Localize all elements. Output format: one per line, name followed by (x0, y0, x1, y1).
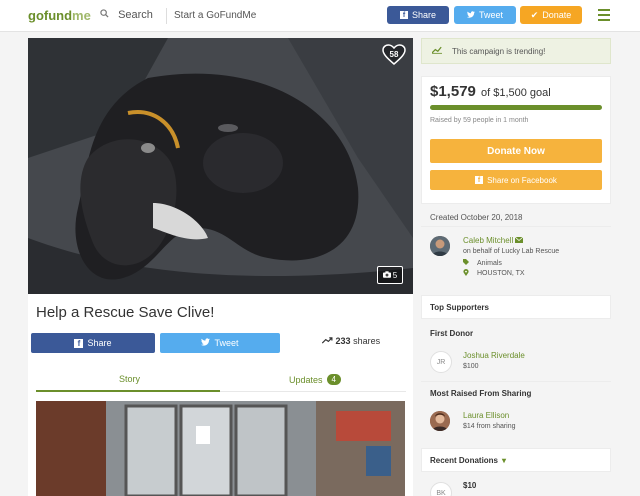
caret-down-icon: ▾ (502, 456, 507, 465)
organizer-behalf: on behalf of Lucky Lab Rescue (463, 248, 560, 255)
organizer-name[interactable]: Caleb Mitchell (463, 236, 524, 245)
dog-photo (28, 38, 413, 294)
trending-chart-icon (431, 46, 442, 56)
organizer-avatar[interactable] (430, 236, 450, 256)
donor-initials-avatar: JR (430, 351, 452, 373)
created-date: Created October 20, 2018 (430, 213, 523, 222)
progress-fill (430, 105, 602, 110)
gofundme-logo[interactable]: gofundme (28, 8, 91, 23)
header-donate-button[interactable]: ✔ Donate (520, 6, 582, 24)
heart-favorite-button[interactable]: 58 (382, 44, 406, 66)
divider (421, 226, 611, 227)
check-icon: ✔ (530, 9, 539, 20)
photo-gallery-button[interactable]: 5 (377, 266, 403, 284)
most-raised-heading: Most Raised From Sharing (430, 389, 532, 398)
facebook-icon: f (399, 11, 408, 19)
recent-donation-amount: $10 (463, 481, 477, 490)
first-donor-heading: First Donor (430, 329, 474, 338)
tweet-button[interactable]: Tweet (160, 333, 280, 353)
share-on-facebook-button[interactable]: f Share on Facebook (430, 170, 602, 190)
camera-icon (382, 270, 391, 280)
tab-story[interactable]: Story (119, 374, 140, 384)
donor-initials-avatar: BK (430, 482, 452, 496)
updates-count-badge: 4 (326, 374, 341, 385)
first-donor-name: Joshua Riverdale (463, 351, 525, 360)
header-tweet-button[interactable]: Tweet (454, 6, 516, 24)
share-count: 233 shares (321, 336, 380, 346)
story-image[interactable] (36, 401, 405, 496)
campaign-location: HOUSTON, TX (463, 269, 525, 278)
raised-amount: $1,579 (430, 83, 476, 100)
active-tab-indicator (36, 390, 220, 392)
campaign-title: Help a Rescue Save Clive! (36, 304, 215, 321)
goal-text: of $1,500 goal (481, 87, 551, 99)
location-pin-icon (463, 269, 469, 278)
header-divider (166, 8, 167, 24)
facebook-icon: f (475, 176, 484, 184)
trending-banner: This campaign is trending! (421, 38, 611, 64)
progress-bar (430, 105, 602, 110)
first-donor-amount: $100 (463, 363, 479, 370)
message-envelope-icon[interactable] (515, 236, 524, 245)
top-header: gofundme Search Start a GoFundMe f Share… (0, 0, 640, 32)
search-link[interactable]: Search (100, 9, 153, 21)
twitter-icon (201, 338, 211, 348)
campaign-hero-image[interactable] (28, 38, 413, 294)
trending-arrow-icon (321, 336, 336, 346)
start-gofundme-link[interactable]: Start a GoFundMe (174, 10, 256, 21)
tag-icon (463, 259, 469, 267)
raised-by-text: Raised by 59 people in 1 month (430, 117, 529, 124)
hamburger-menu-icon[interactable] (598, 9, 610, 24)
top-sharer-name: Laura Ellison (463, 411, 510, 420)
share-button[interactable]: f Share (31, 333, 155, 353)
campaign-category: Animals (463, 259, 502, 267)
donate-now-button[interactable]: Donate Now (430, 139, 602, 163)
recent-donations-toggle[interactable]: Recent Donations ▾ (430, 456, 506, 465)
search-icon (100, 9, 112, 21)
heart-count: 58 (389, 50, 399, 59)
twitter-icon (466, 10, 475, 20)
divider (421, 381, 611, 382)
tab-updates[interactable]: Updates 4 (289, 374, 341, 385)
shelter-entrance-photo (36, 401, 405, 496)
top-sharer-amount: $14 from sharing (463, 423, 516, 430)
header-share-button[interactable]: f Share (387, 6, 449, 24)
top-supporters-heading: Top Supporters (430, 303, 489, 312)
sharer-avatar (430, 411, 450, 431)
facebook-icon: f (74, 338, 84, 348)
